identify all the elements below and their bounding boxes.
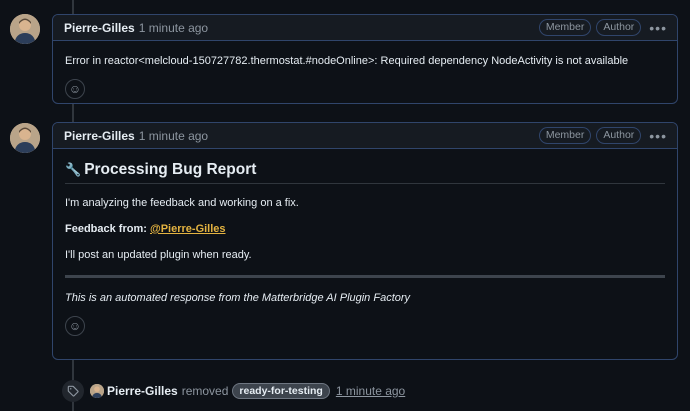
divider <box>65 275 665 278</box>
smiley-icon: ☺ <box>68 81 82 96</box>
comment-author[interactable]: Pierre-Gilles <box>64 129 135 143</box>
report-heading: 🔧 Processing Bug Report <box>65 162 665 184</box>
footer-note: This is an automated response from the M… <box>65 292 411 304</box>
comment-card: Pierre-Gilles 1 minute ago Member Author… <box>52 14 678 104</box>
comment-text: Error in reactor<melcloud-150727782.ther… <box>65 55 629 67</box>
avatar[interactable] <box>10 123 40 153</box>
feedback-label: Feedback from: <box>65 223 147 235</box>
more-options-icon[interactable]: ••• <box>649 20 667 36</box>
smiley-icon: ☺ <box>68 318 82 333</box>
comment-header: Pierre-Gilles 1 minute ago Member Author… <box>53 15 677 41</box>
more-options-icon[interactable]: ••• <box>649 128 667 144</box>
tag-icon <box>62 380 84 402</box>
add-reaction-button[interactable]: ☺ <box>65 316 85 336</box>
feedback-line: Feedback from: @Pierre-Gilles <box>65 222 665 237</box>
comment-time[interactable]: 1 minute ago <box>139 21 208 35</box>
user-mention-link[interactable]: @Pierre-Gilles <box>150 223 226 235</box>
body-paragraph: I'll post an updated plugin when ready. <box>65 249 252 261</box>
avatar[interactable] <box>10 14 40 44</box>
member-badge: Member <box>538 127 592 144</box>
member-badge: Member <box>538 19 592 36</box>
comment-author[interactable]: Pierre-Gilles <box>64 21 135 35</box>
timeline-event: Pierre-Gilles removed ready-for-testing … <box>62 380 405 402</box>
add-reaction-button[interactable]: ☺ <box>65 79 85 99</box>
comment-body: Error in reactor<melcloud-150727782.ther… <box>53 41 677 103</box>
comment-time[interactable]: 1 minute ago <box>139 129 208 143</box>
wrench-icon: 🔧 <box>65 162 82 177</box>
event-author[interactable]: Pierre-Gilles <box>107 384 178 398</box>
author-badge: Author <box>596 127 642 144</box>
issue-label[interactable]: ready-for-testing <box>232 383 330 399</box>
body-paragraph: I'm analyzing the feedback and working o… <box>65 197 299 209</box>
avatar[interactable] <box>90 384 104 398</box>
comment-card: Pierre-Gilles 1 minute ago Member Author… <box>52 122 678 360</box>
comment-body: 🔧 Processing Bug Report I'm analyzing the… <box>53 149 677 346</box>
event-action: removed <box>181 384 229 398</box>
comment-header: Pierre-Gilles 1 minute ago Member Author… <box>53 123 677 149</box>
event-time[interactable]: 1 minute ago <box>336 384 405 398</box>
report-title: Processing Bug Report <box>84 161 257 178</box>
author-badge: Author <box>596 19 642 36</box>
